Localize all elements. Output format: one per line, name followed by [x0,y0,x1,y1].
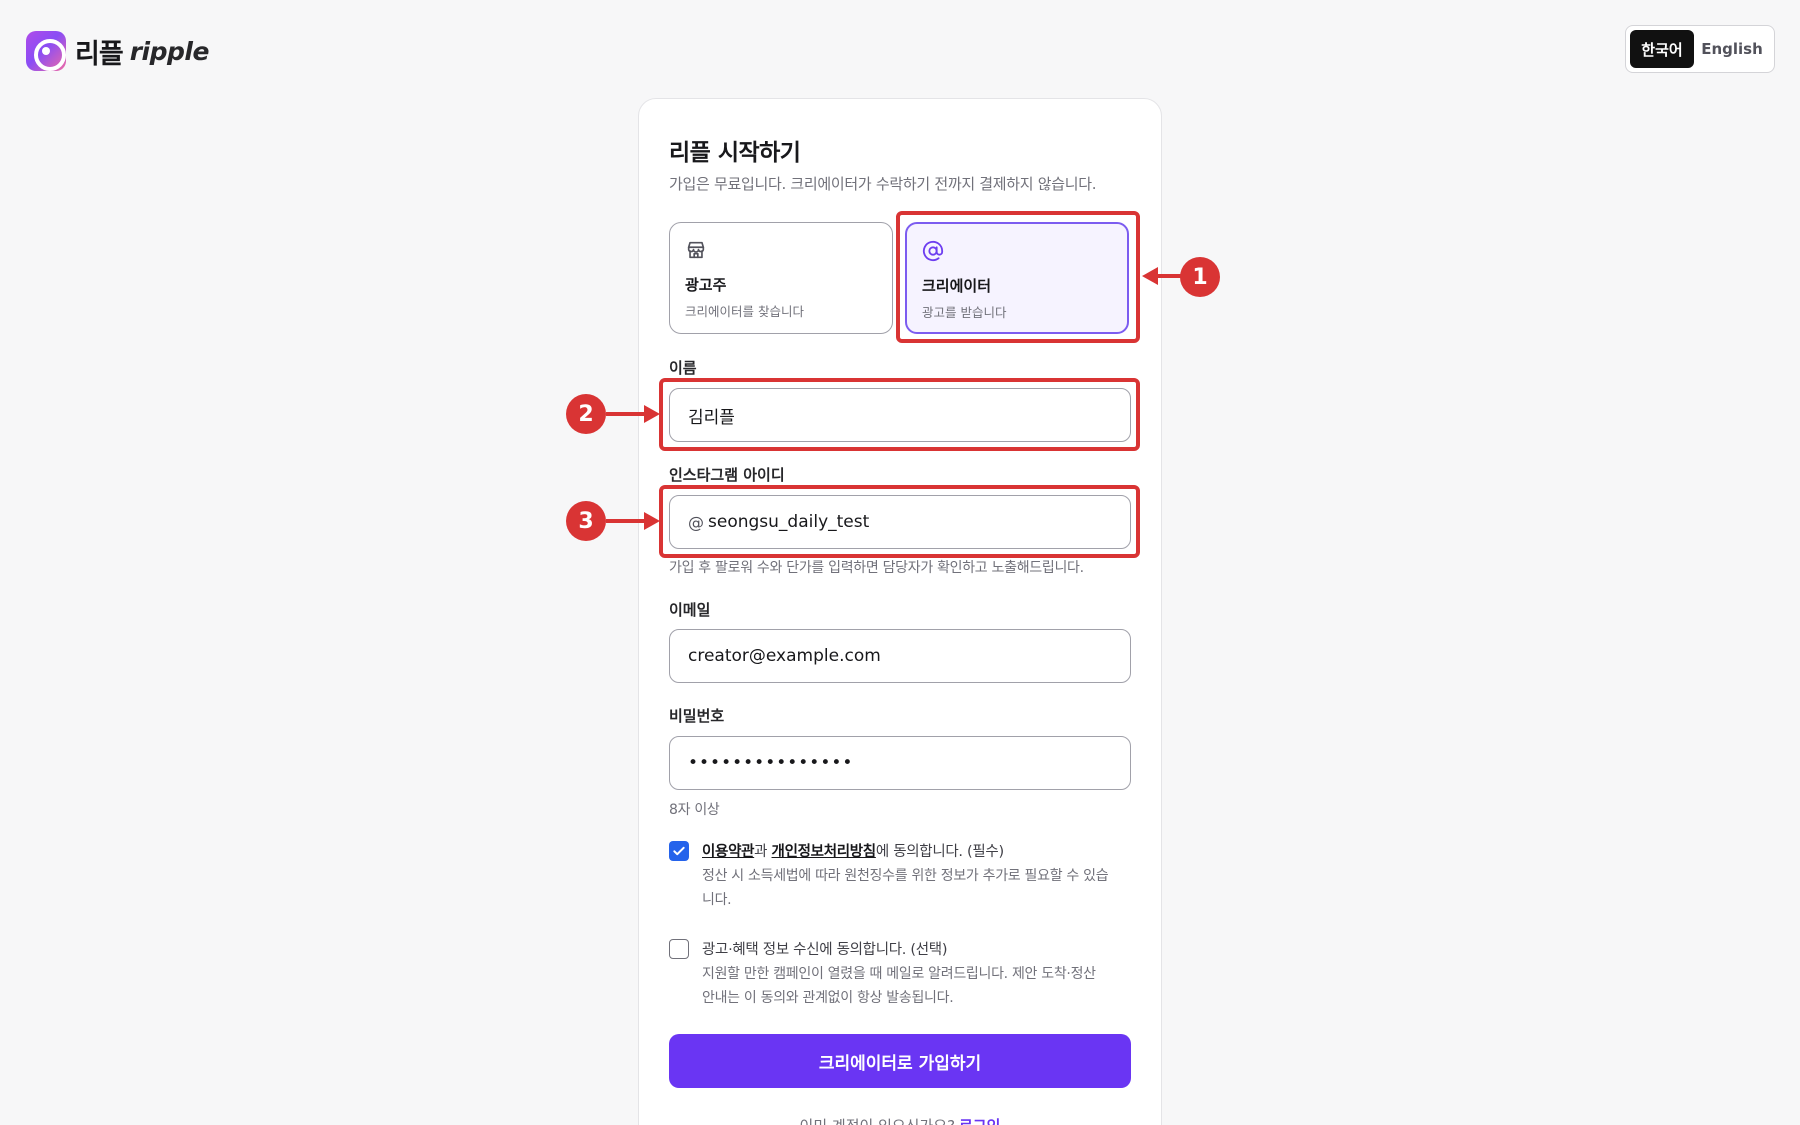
password-label: 비밀번호 [669,707,725,725]
highlight-box-1 [896,211,1140,343]
highlight-box-2 [659,378,1140,451]
name-label: 이름 [669,359,697,377]
ripple-logo-icon [26,31,66,71]
arrow-1-head [1142,267,1158,285]
brand-name-en: ripple [129,36,210,66]
email-input-value: creator@example.com [688,646,881,666]
login-prompt: 이미 계정이 있으신가요?로그인 [639,1115,1161,1125]
highlight-box-3 [659,485,1140,558]
annotation-badge-1: 1 [1180,257,1220,297]
language-switcher: 한국어 English [1625,25,1775,73]
annotation-badge-3: 3 [566,501,606,541]
instagram-label: 인스타그램 아이디 [669,466,785,484]
terms-checkbox[interactable] [669,841,689,861]
marketing-label: 광고·혜택 정보 수신에 동의합니다. (선택) [702,942,948,958]
signup-submit-button[interactable]: 크리에이터로 가입하기 [669,1034,1131,1088]
privacy-policy-link[interactable]: 개인정보처리방침 [772,844,877,860]
role-option-advertiser[interactable]: 광고주 크리에이터를 찾습니다 [669,222,893,334]
password-input-value: ••••••••••••••• [688,753,854,773]
store-icon [687,241,705,259]
terms-note: 정산 시 소득세법에 따라 원천징수를 위한 정보가 추가로 필요할 수 있습니… [702,868,1109,908]
terms-suffix: 에 동의합니다. (필수) [875,844,1004,860]
role-desc-advertiser: 크리에이터를 찾습니다 [685,304,804,319]
password-input[interactable]: ••••••••••••••• [669,736,1131,790]
login-link[interactable]: 로그인 [959,1117,1000,1125]
arrow-2-head [644,405,660,423]
language-korean-button[interactable]: 한국어 [1630,30,1694,68]
brand-name-ko: 리플 [75,38,124,70]
terms-of-service-link[interactable]: 이용약관 [702,844,754,860]
arrow-3-line [606,519,646,523]
password-hint: 8자 이상 [669,802,720,818]
terms-label: 이용약관과 개인정보처리방침에 동의합니다. (필수) [702,840,1004,861]
language-english-button[interactable]: English [1694,30,1770,68]
brand-logo[interactable]: 리플 ripple [26,31,209,71]
checkmark-icon [673,846,685,856]
marketing-checkbox[interactable] [669,939,689,959]
marketing-note: 지원할 만한 캠페인이 열렸을 때 메일로 알려드립니다. 제안 도착·정산 안… [702,966,1096,1006]
terms-joiner: 과 [754,844,772,860]
instagram-hint: 가입 후 팔로워 수와 단가를 입력하면 담당자가 확인하고 노출해드립니다. [669,560,1084,576]
login-prompt-text: 이미 계정이 있으신가요? [800,1117,956,1125]
email-input[interactable]: creator@example.com [669,629,1131,683]
arrow-2-line [606,412,646,416]
page-subtitle: 가입은 무료입니다. 크리에이터가 수락하기 전까지 결제하지 않습니다. [669,175,1097,193]
email-label: 이메일 [669,601,711,619]
page-title: 리플 시작하기 [669,140,801,166]
arrow-3-head [644,512,660,530]
annotation-badge-2: 2 [566,394,606,434]
role-title-advertiser: 광고주 [685,276,727,294]
